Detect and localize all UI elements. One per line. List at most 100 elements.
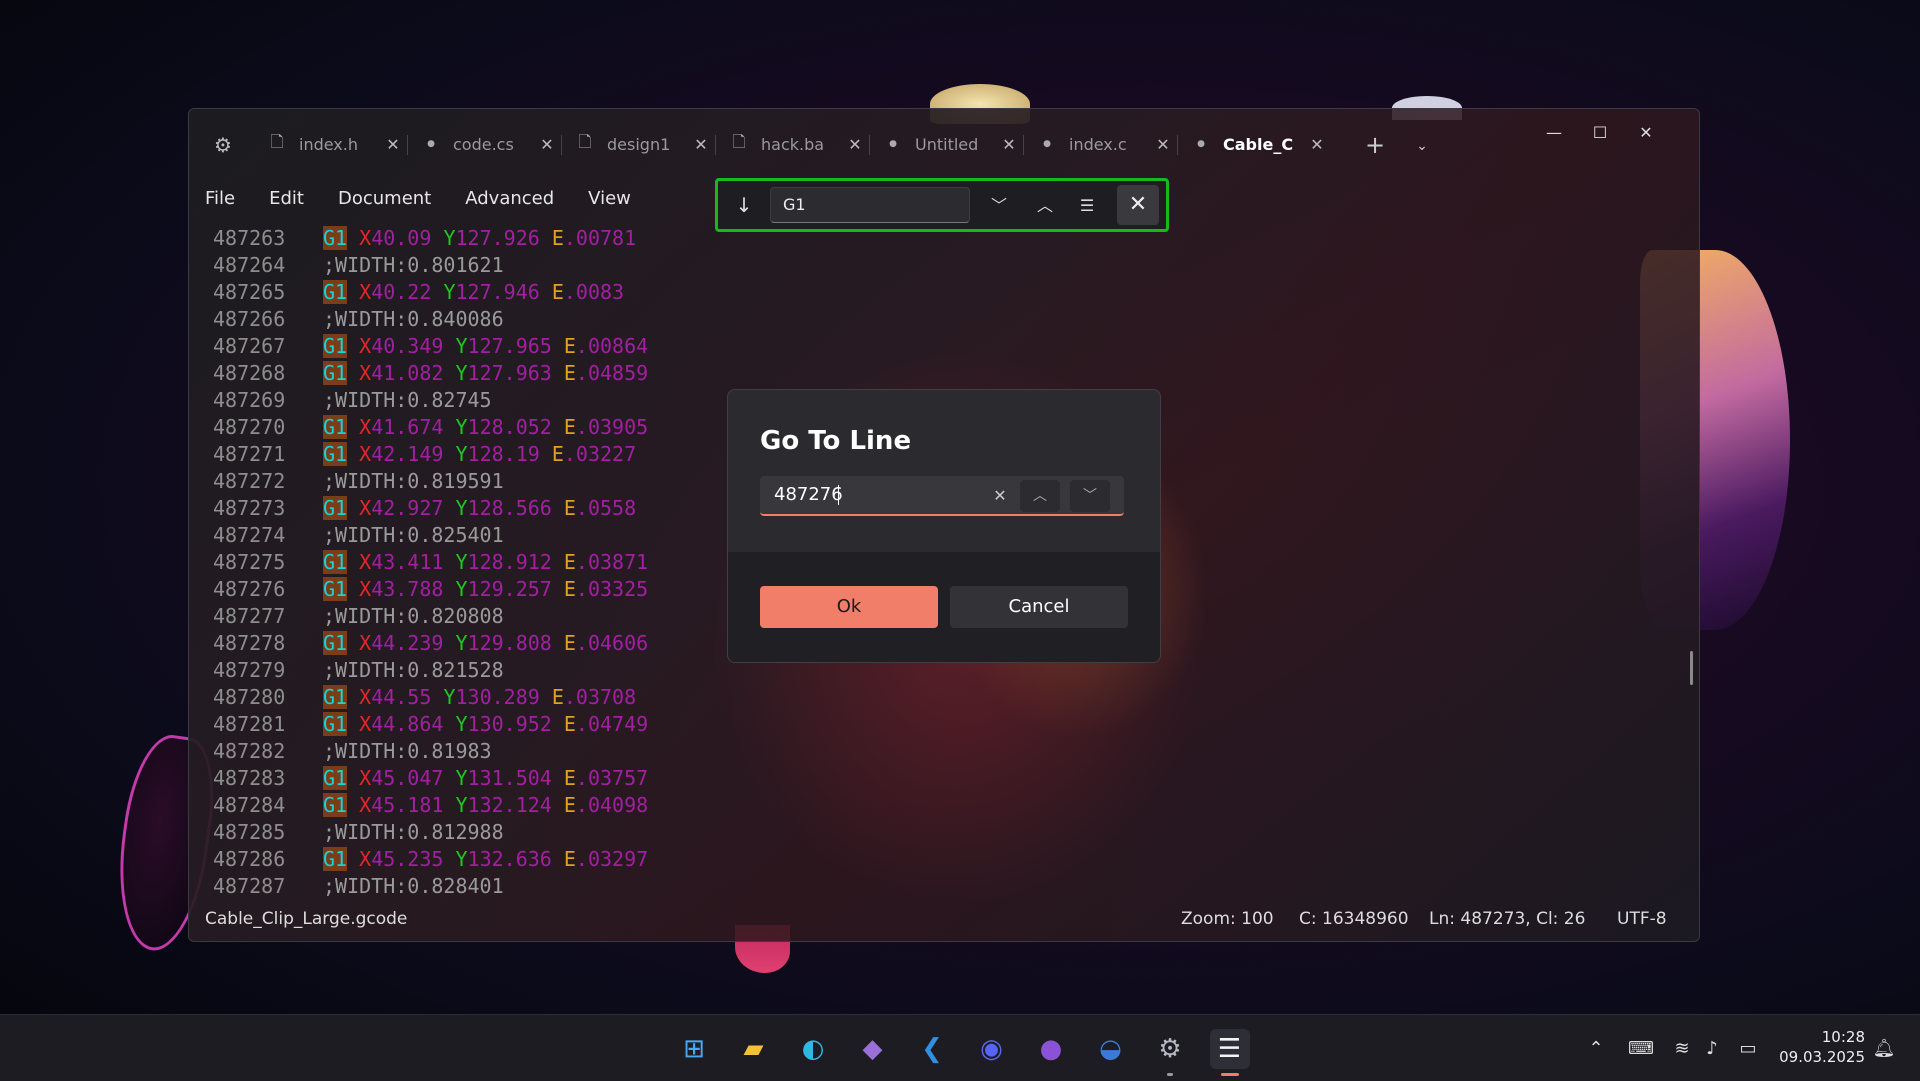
axis-e: E: [563, 847, 576, 871]
tab-6[interactable]: ● Cable_C ✕: [1181, 124, 1331, 164]
arrow-down-icon[interactable]: ↓: [732, 193, 756, 217]
menu-advanced[interactable]: Advanced: [457, 181, 562, 217]
ok-button[interactable]: Ok: [760, 586, 938, 628]
close-window-icon[interactable]: ✕: [1623, 117, 1669, 149]
x-value: 45.181: [371, 793, 444, 817]
cancel-button[interactable]: Cancel: [950, 586, 1128, 628]
thunderbird-icon[interactable]: ◒: [1091, 1029, 1131, 1069]
find-previous-chevron-up-icon[interactable]: ︿: [1030, 191, 1060, 221]
tab-2[interactable]: 🗋 design1 ✕: [565, 124, 715, 164]
edge-icon[interactable]: ◐: [793, 1029, 833, 1069]
volume-icon[interactable]: ♪: [1700, 1037, 1724, 1061]
line-content: G1 X45.235 Y132.636 E.03297: [323, 846, 648, 873]
minimize-icon[interactable]: —: [1531, 117, 1577, 149]
vertical-scrollbar[interactable]: [1690, 651, 1693, 685]
decrement-chevron-down-icon[interactable]: ﹀: [1070, 480, 1110, 512]
tab-list-chevron-icon[interactable]: ⌄: [1411, 135, 1433, 157]
find-close-icon[interactable]: ✕: [1117, 185, 1159, 225]
unsaved-dot-icon: ●: [1197, 139, 1205, 149]
find-input[interactable]: G1: [770, 187, 970, 223]
e-value: .03325: [575, 577, 649, 601]
clock-date: 09.03.2025: [1779, 1048, 1865, 1066]
discord-icon[interactable]: ◉: [972, 1029, 1012, 1069]
tab-close-icon[interactable]: ✕: [999, 135, 1019, 154]
tab-close-icon[interactable]: ✕: [691, 135, 711, 154]
notepads-window: ⚙ 🗋 index.h ✕ ● code.cs ✕ 🗋 design1 ✕ 🗋 hack.ba ✕ ● U…: [188, 108, 1700, 942]
file-explorer-icon[interactable]: ▰: [734, 1029, 774, 1069]
tab-close-icon[interactable]: ✕: [845, 135, 865, 154]
running-indicator: [1220, 1073, 1239, 1076]
line-number: 487271: [213, 442, 286, 466]
wifi-icon[interactable]: ≋: [1670, 1037, 1694, 1061]
line-content: ;WIDTH:0.82745: [323, 387, 492, 414]
line-content: G1 X40.09 Y127.926 E.00781: [323, 225, 636, 252]
e-value: .03757: [575, 766, 649, 790]
line-content: ;WIDTH:0.819591: [323, 468, 504, 495]
e-value: .03227: [563, 442, 637, 466]
running-indicator: [1167, 1073, 1173, 1076]
notepad-icon[interactable]: ☰: [1209, 1029, 1250, 1069]
status-encoding[interactable]: UTF-8: [1617, 909, 1667, 929]
line-content: G1 X43.788 Y129.257 E.03325: [323, 576, 648, 603]
axis-x: X: [359, 712, 372, 736]
show-hidden-icons-chevron-up-icon[interactable]: ⌃: [1584, 1037, 1608, 1061]
tab-4[interactable]: ● Untitled ✕: [873, 124, 1023, 164]
windows-start-icon[interactable]: ⊞: [674, 1029, 714, 1069]
gcode-command-highlight: G1: [323, 415, 348, 439]
github-icon[interactable]: ●: [1031, 1029, 1071, 1069]
visual-studio-icon[interactable]: ◆: [853, 1029, 893, 1069]
tab-close-icon[interactable]: ✕: [1307, 135, 1327, 154]
line-number-input[interactable]: 487276 ✕ ︿ ﹀: [760, 476, 1124, 516]
tab-close-icon[interactable]: ✕: [1153, 135, 1173, 154]
gcode-command-highlight: G1: [323, 280, 348, 304]
maximize-icon[interactable]: ☐: [1577, 117, 1623, 149]
status-bar: Cable_Clip_Large.gcode Zoom: 100 C: 1634…: [189, 905, 1699, 937]
line-number: 487284: [213, 793, 286, 817]
tab-close-icon[interactable]: ✕: [383, 135, 403, 154]
tab-5[interactable]: ● index.c ✕: [1027, 124, 1177, 164]
clock[interactable]: 10:28 09.03.2025: [1775, 1027, 1865, 1067]
line-number: 487275: [213, 550, 286, 574]
increment-chevron-up-icon[interactable]: ︿: [1020, 480, 1060, 512]
menu-document[interactable]: Document: [330, 181, 439, 217]
gcode-command-highlight: G1: [323, 631, 348, 655]
notification-bell-icon[interactable]: 🔔︎: [1872, 1037, 1896, 1061]
menu-edit[interactable]: Edit: [261, 181, 312, 217]
axis-x: X: [359, 550, 372, 574]
taskbar: ⊞ ▰ ◐ ◆ ❮ ◉ ● ◒ ⚙ ☰ ⌃ ⌨ ≋ ♪ ▭ 10:28 09.03.2025 🔔︎: [0, 1014, 1920, 1081]
tab-0[interactable]: 🗋 index.h ✕: [257, 124, 407, 164]
settings-icon[interactable]: ⚙: [1150, 1029, 1190, 1069]
keyboard-icon[interactable]: ⌨: [1628, 1037, 1654, 1061]
menu-file[interactable]: File: [197, 181, 243, 217]
code-line: 487285 ;WIDTH:0.812988: [213, 819, 953, 846]
battery-icon[interactable]: ▭: [1736, 1037, 1760, 1061]
y-value: 128.052: [467, 415, 552, 439]
axis-e: E: [563, 415, 576, 439]
gcode-command-highlight: G1: [323, 550, 348, 574]
status-line-column[interactable]: Ln: 487273, Cl: 26: [1429, 909, 1585, 929]
line-number: 487286: [213, 847, 286, 871]
tab-3[interactable]: 🗋 hack.ba ✕: [719, 124, 869, 164]
axis-e: E: [551, 226, 564, 250]
clear-input-icon[interactable]: ✕: [986, 482, 1014, 510]
find-next-chevron-down-icon[interactable]: ﹀: [984, 191, 1014, 221]
status-zoom[interactable]: Zoom: 100: [1181, 909, 1274, 929]
new-tab-plus-icon[interactable]: +: [1362, 133, 1388, 159]
find-options-sliders-icon[interactable]: ☰: [1072, 191, 1102, 221]
settings-gear-icon[interactable]: ⚙: [209, 131, 237, 159]
menu-view[interactable]: View: [580, 181, 639, 217]
vscode-icon[interactable]: ❮: [912, 1029, 952, 1069]
axis-x: X: [359, 685, 372, 709]
line-number: 487279: [213, 658, 286, 682]
tab-1[interactable]: ● code.cs ✕: [411, 124, 561, 164]
line-content: G1 X42.149 Y128.19 E.03227: [323, 441, 636, 468]
axis-y: Y: [455, 361, 468, 385]
tab-close-icon[interactable]: ✕: [537, 135, 557, 154]
